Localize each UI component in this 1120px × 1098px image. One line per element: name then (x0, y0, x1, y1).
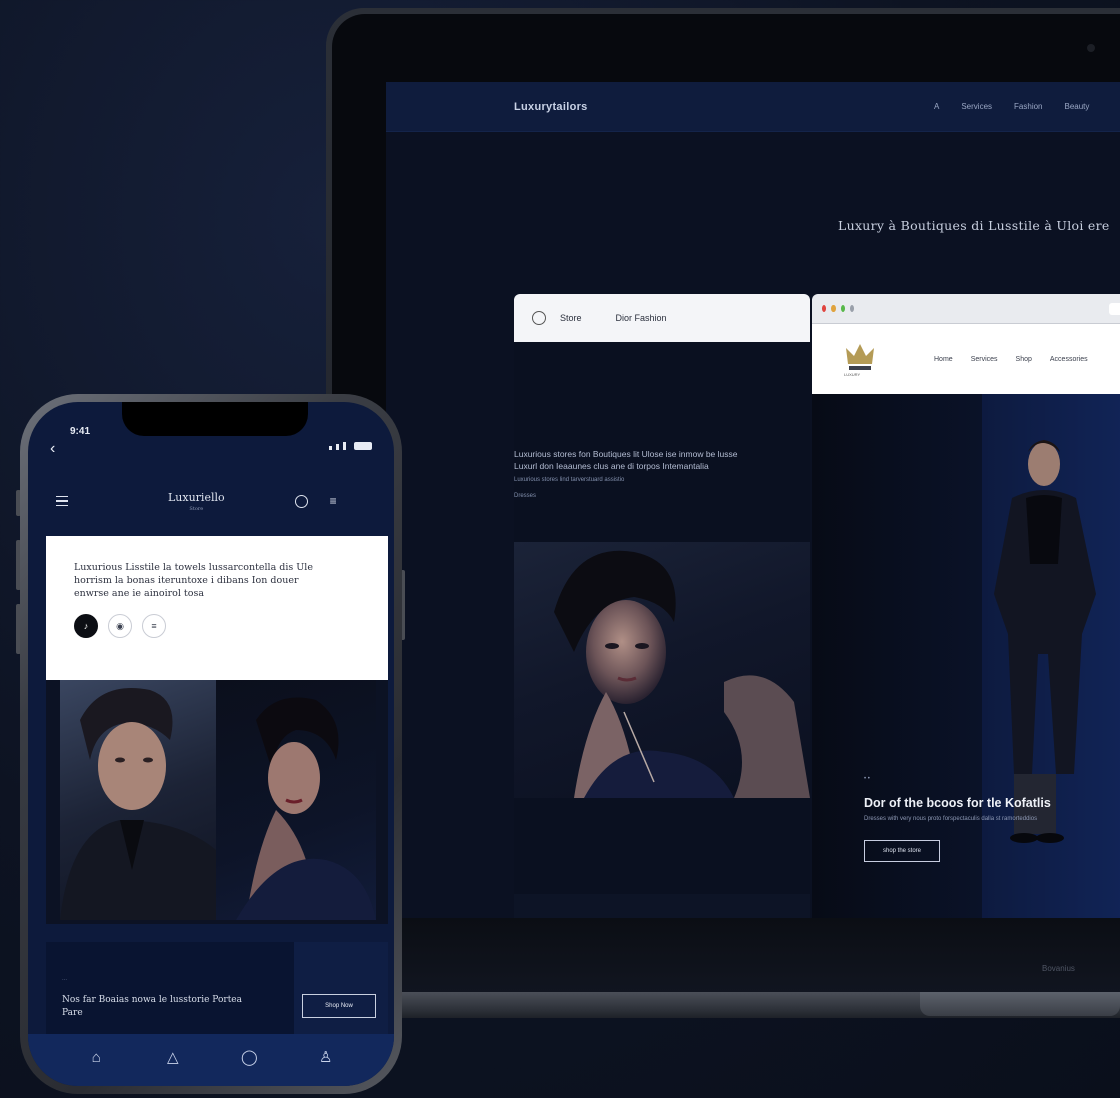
intro-card: Luxurious Lisstile la towels lussarconte… (46, 536, 388, 680)
battery-icon (354, 442, 372, 450)
boutique-nav-link[interactable]: Accessories (1050, 356, 1088, 363)
boutique-hero: • • Dor of the bcoos for tle Kofatlis Dr… (812, 394, 1120, 926)
promo-text: Nos far Boaias nowa le lusstorie Portea … (62, 995, 242, 1019)
bottom-tab-bar: ⌂ △ ◯ ♙ (28, 1034, 394, 1086)
store-window-toolbar: Store Dior Fashion (514, 294, 810, 342)
site-navbar: Luxurytailors A Services Fashion Beauty (386, 82, 1120, 132)
crown-caption: LUXURY (844, 372, 861, 377)
site-nav-link[interactable]: Fashion (1014, 102, 1042, 111)
grid-menu-icon[interactable]: ≡ (330, 494, 337, 508)
phone-screen: 9:41 ‹ Luxuriello Store ≡ Luxurious Liss… (28, 402, 394, 1086)
profile-icon[interactable]: ♙ (311, 1048, 341, 1066)
close-icon[interactable] (822, 305, 827, 312)
man-portrait-illustration (60, 688, 216, 920)
store-window: Store Dior Fashion Luxurious stores fon … (514, 294, 810, 924)
man-standing-illustration (982, 394, 1120, 926)
phone-mockup: 9:41 ‹ Luxuriello Store ≡ Luxurious Liss… (20, 394, 402, 1094)
back-arrow-icon[interactable]: ‹ (50, 440, 55, 458)
intro-card-text: Luxurious Lisstile la towels lussarconte… (74, 562, 313, 599)
search-icon[interactable] (294, 494, 308, 508)
woman-portrait-photo (514, 542, 810, 798)
promo-banner: ... Nos far Boaias nowa le lusstorie Por… (46, 942, 388, 1034)
shop-now-button[interactable]: Shop Now (302, 994, 376, 1018)
description-caption: Dresses (514, 493, 537, 500)
app-header: Luxuriello Store ≡ (28, 472, 394, 530)
site-nav-link[interactable]: Services (961, 102, 992, 111)
hero-dots: • • (864, 776, 870, 782)
app-logo-subtitle: Store (189, 505, 204, 512)
site-nav-links: A Services Fashion Beauty (934, 102, 1089, 111)
site-nav-link[interactable]: A (934, 102, 939, 111)
signal-bar (336, 444, 339, 450)
shop-button[interactable]: shop the store (864, 840, 940, 862)
woman-portrait-photo[interactable] (216, 680, 376, 920)
crown-logo-icon[interactable]: LUXURY (842, 340, 878, 378)
woman-portrait-illustration (554, 550, 810, 798)
boutique-nav-link[interactable]: Home (934, 356, 953, 363)
home-icon[interactable]: ⌂ (81, 1049, 111, 1066)
address-bar[interactable] (1109, 302, 1120, 315)
description-line: Luxurious stores fon Boutiques lit Ulose… (514, 449, 738, 459)
site-hero-heading: Luxury à Boutiques di Lusstile à Uloi er… (838, 218, 1110, 233)
woman-profile-illustration (236, 697, 376, 920)
share-icon[interactable]: ≡ (142, 614, 166, 639)
laptop-brand-label: Bovanius (1042, 964, 1075, 973)
laptop-camera (1087, 44, 1095, 52)
signal-icon (329, 446, 332, 450)
promo-panel (46, 942, 294, 1034)
menu-icon[interactable] (56, 495, 68, 507)
phone-notch (122, 402, 308, 436)
photo-gallery (46, 680, 388, 924)
minimize-icon[interactable] (831, 305, 836, 312)
tab-dot-icon (849, 305, 854, 312)
app-logo[interactable]: Luxuriello Store (168, 491, 225, 512)
bell-icon[interactable]: ◯ (234, 1048, 264, 1066)
clock-icon[interactable] (532, 311, 546, 325)
maximize-icon[interactable] (840, 305, 845, 312)
description-line: Luxurious stores lind tarverstuard assis… (514, 476, 625, 483)
store-window-description: Luxurious stores fon Boutiques lit Ulose… (514, 342, 810, 501)
man-portrait-photo[interactable] (60, 680, 216, 920)
signal-bar (343, 442, 346, 450)
store-tab[interactable]: Store (560, 313, 582, 323)
laptop-chin: Bovanius (386, 918, 1120, 994)
fashion-tab[interactable]: Dior Fashion (616, 313, 667, 323)
status-time: 9:41 (70, 426, 91, 437)
site-nav-link[interactable]: Beauty (1065, 102, 1090, 111)
site-logo[interactable]: Luxurytailors (514, 101, 934, 113)
hero-title: Dor of the bcoos for tle Kofatlis (864, 796, 1051, 810)
browser-chrome (812, 294, 1120, 324)
social-icons: ♪ ◉ ≡ (74, 614, 388, 639)
status-icons (329, 442, 372, 450)
boutique-nav-link[interactable]: Shop (1016, 356, 1032, 363)
tiktok-icon[interactable]: ♪ (74, 614, 98, 639)
boutique-nav: Home Services Shop Accessories (934, 356, 1088, 363)
promo-eyebrow: ... (62, 976, 68, 982)
globe-icon[interactable]: ◉ (108, 614, 132, 639)
boutique-nav-link[interactable]: Services (971, 356, 998, 363)
store-icon[interactable]: △ (158, 1048, 188, 1066)
app-logo-text: Luxuriello (168, 490, 225, 504)
laptop-screen: Luxurytailors A Services Fashion Beauty … (386, 82, 1120, 926)
hero-subtitle: Dresses with very nous proto forspectacu… (864, 816, 1038, 822)
laptop-hinge-notch (920, 992, 1120, 1016)
boutique-header: LUXURY Home Services Shop Accessories (812, 324, 1120, 394)
description-line: Luxurl don Ieaaunes clus ane di torpos I… (514, 461, 709, 472)
browser-window: LUXURY Home Services Shop Accessories • … (812, 294, 1120, 926)
